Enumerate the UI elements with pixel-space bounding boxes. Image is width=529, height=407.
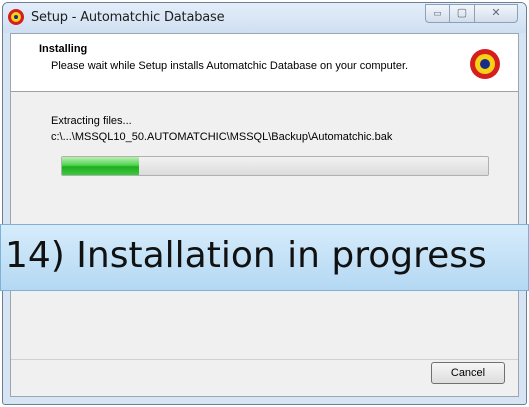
setup-window: Setup - Automatchic Database ▭ ▢ ✕ Insta… [2, 2, 527, 405]
caption-banner: 14) Installation in progress [0, 224, 529, 291]
close-button[interactable]: ✕ [475, 4, 518, 23]
minimize-button[interactable]: ▭ [425, 4, 450, 23]
caption-text: 14) Installation in progress [5, 235, 487, 276]
wizard-header: Installing Please wait while Setup insta… [11, 34, 518, 92]
progress-fill [62, 157, 139, 175]
page-subheading: Please wait while Setup installs Automat… [51, 60, 409, 72]
maximize-icon: ▢ [456, 7, 468, 19]
window-title: Setup - Automatchic Database [31, 10, 225, 25]
wizard-client-area: Installing Please wait while Setup insta… [10, 33, 519, 397]
footer-divider [11, 359, 518, 360]
title-bar[interactable]: Setup - Automatchic Database ▭ ▢ ✕ [3, 3, 526, 33]
app-logo-icon [8, 9, 24, 25]
cancel-button[interactable]: Cancel [431, 362, 505, 384]
minimize-icon: ▭ [433, 8, 442, 18]
target-logo-icon [470, 49, 500, 79]
close-icon: ✕ [491, 7, 501, 19]
status-text: Extracting files... [51, 115, 132, 127]
current-file-path: c:\...\MSSQL10_50.AUTOMATCHIC\MSSQL\Back… [51, 131, 393, 143]
page-heading: Installing [39, 43, 88, 55]
window-controls: ▭ ▢ ✕ [425, 4, 518, 23]
install-progress-bar [61, 156, 489, 176]
maximize-button[interactable]: ▢ [450, 4, 475, 23]
